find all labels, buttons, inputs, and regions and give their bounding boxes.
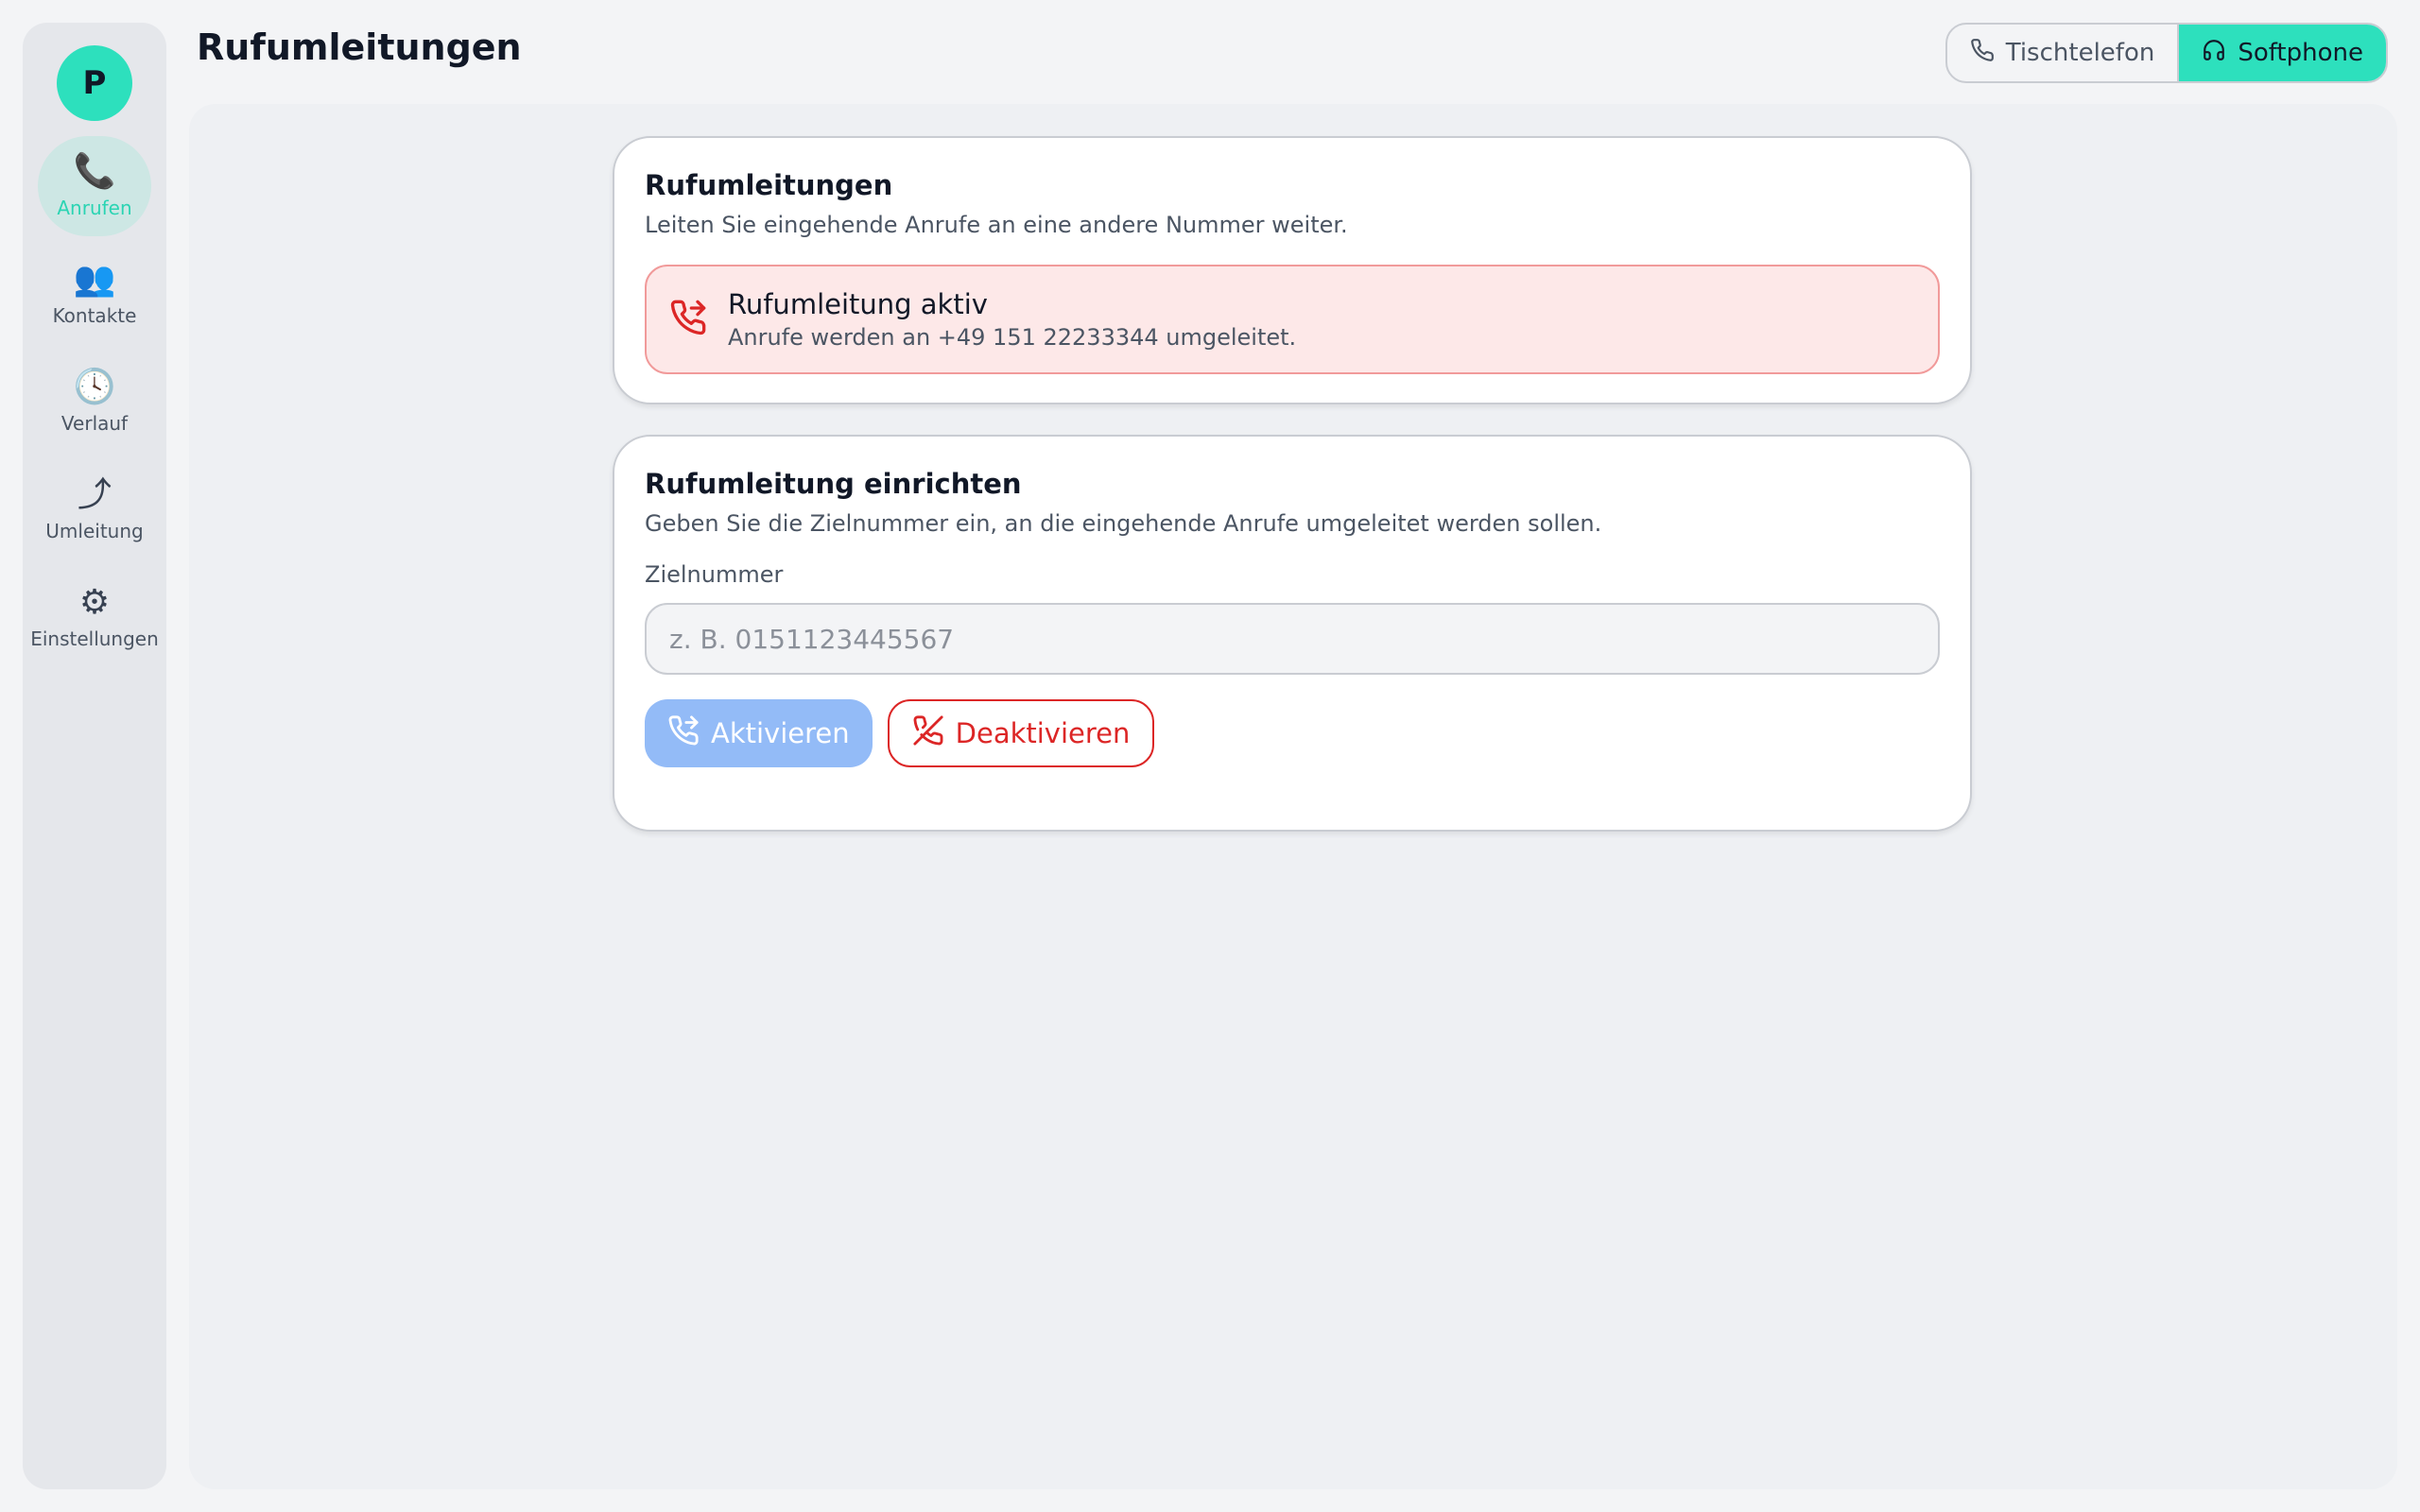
- sidebar-nav: 📞 Anrufen 👥 Kontakte 🕓 Verlauf ⤴ Umleitu…: [23, 136, 166, 667]
- forwarding-setup-card: Rufumleitung einrichten Geben Sie die Zi…: [613, 435, 1972, 832]
- card-description: Geben Sie die Zielnummer ein, an die ein…: [645, 510, 1602, 537]
- alert-title: Rufumleitung aktiv: [728, 288, 988, 320]
- sidebar-item-verlauf[interactable]: 🕓 Verlauf: [38, 352, 151, 452]
- target-number-input[interactable]: [645, 603, 1940, 675]
- page-title: Rufumleitungen: [197, 26, 522, 68]
- forwarding-active-alert: Rufumleitung aktiv Anrufe werden an +49 …: [645, 265, 1940, 374]
- redirect-icon: ⤴: [77, 475, 112, 514]
- phone-icon: 📞: [73, 152, 116, 191]
- button-row: Aktivieren Deaktivieren: [645, 699, 1940, 767]
- sidebar-item-label: Anrufen: [57, 197, 132, 219]
- deactivate-button-label: Deaktivieren: [955, 717, 1131, 749]
- sidebar-item-kontakte[interactable]: 👥 Kontakte: [38, 244, 151, 344]
- card-title: Rufumleitungen: [645, 169, 893, 201]
- headset-icon: [2202, 38, 2226, 69]
- phone-icon: [1970, 38, 1995, 69]
- sidebar-item-einstellungen[interactable]: ⚙ Einstellungen: [23, 567, 166, 667]
- gear-icon: ⚙: [78, 583, 111, 622]
- phone-off-icon: [912, 714, 944, 753]
- sidebar: P 📞 Anrufen 👥 Kontakte 🕓 Verlauf ⤴ Umlei…: [23, 23, 166, 1489]
- clock-icon: 🕓: [73, 368, 116, 406]
- activate-button-label: Aktivieren: [711, 717, 850, 749]
- toggle-label: Softphone: [2238, 39, 2363, 67]
- phone-forward-icon: [669, 299, 707, 340]
- card-description: Leiten Sie eingehende Anrufe an eine and…: [645, 212, 1348, 238]
- target-number-label: Zielnummer: [645, 561, 784, 588]
- sidebar-item-label: Einstellungen: [30, 627, 159, 650]
- forwarding-status-card: Rufumleitungen Leiten Sie eingehende Anr…: [613, 136, 1972, 404]
- sidebar-item-anrufen[interactable]: 📞 Anrufen: [38, 136, 151, 236]
- activate-button[interactable]: Aktivieren: [645, 699, 873, 767]
- alert-body: Rufumleitung aktiv Anrufe werden an +49 …: [728, 286, 1296, 352]
- toggle-label: Tischtelefon: [2005, 39, 2155, 67]
- deactivate-button[interactable]: Deaktivieren: [887, 699, 1155, 767]
- avatar[interactable]: P: [57, 45, 132, 121]
- sidebar-item-label: Kontakte: [52, 304, 137, 327]
- tischtelefon-toggle-button[interactable]: Tischtelefon: [1947, 25, 2178, 81]
- softphone-toggle-button[interactable]: Softphone: [2177, 25, 2386, 81]
- card-title: Rufumleitung einrichten: [645, 468, 1022, 500]
- sidebar-item-label: Verlauf: [60, 412, 129, 435]
- alert-text: Anrufe werden an +49 151 22233344 umgele…: [728, 324, 1297, 351]
- sidebar-item-label: Umleitung: [45, 520, 144, 542]
- phone-forward-icon: [667, 714, 700, 753]
- device-toggle: Tischtelefon Softphone: [1945, 23, 2388, 83]
- main-content: Rufumleitungen Leiten Sie eingehende Anr…: [189, 104, 2397, 1489]
- contacts-icon: 👥: [73, 260, 116, 299]
- sidebar-item-umleitung[interactable]: ⤴ Umleitung: [38, 459, 151, 559]
